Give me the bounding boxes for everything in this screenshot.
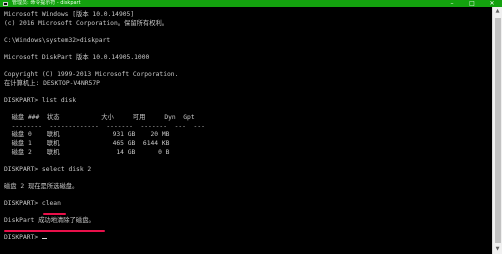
- console-line: DiskPart 成功地清除了磁盘。: [4, 217, 95, 225]
- close-button[interactable]: ✕: [482, 0, 502, 7]
- scroll-up-icon[interactable]: ▲: [493, 7, 502, 16]
- title-bar[interactable]: 管理员: 命令提示符 - diskpart – □ ✕: [0, 0, 502, 7]
- annotation-underline-result: [4, 230, 105, 232]
- console-line: Microsoft Windows [版本 10.0.14905]: [4, 11, 135, 18]
- maximize-button[interactable]: □: [462, 0, 482, 7]
- console-line: Microsoft DiskPart 版本 10.0.14905.1000: [4, 53, 150, 61]
- scroll-down-icon[interactable]: ▼: [493, 245, 502, 254]
- text-cursor: [41, 237, 47, 240]
- console-line: DISKPART> clean: [4, 200, 61, 208]
- console-line: DISKPART>: [4, 234, 488, 243]
- command-prompt-window: 管理员: 命令提示符 - diskpart – □ ✕ Microsoft Wi…: [0, 0, 502, 254]
- console-line: 在计算机上: DESKTOP-V4NR57P: [4, 79, 100, 87]
- console-line: 磁盘 2 联机 14 GB 0 B: [4, 148, 170, 156]
- minimize-button[interactable]: –: [442, 0, 462, 7]
- console-line: Copyright (C) 1999-2013 Microsoft Corpor…: [4, 71, 179, 79]
- console-line: 磁盘 1 联机 465 GB 6144 KB: [4, 139, 170, 147]
- console-line: 磁盘 0 联机 931 GB 20 MB: [4, 131, 170, 139]
- console-line: 磁盘 2 现在是所选磁盘。: [4, 182, 79, 190]
- window-controls: – □ ✕: [442, 0, 502, 7]
- console-line: 磁盘 ### 状态 大小 可用 Dyn Gpt: [4, 114, 195, 122]
- vertical-scrollbar[interactable]: ▲ ▼: [492, 7, 502, 254]
- annotation-underline-clean: [43, 213, 66, 215]
- cmd-icon: [3, 1, 8, 6]
- console-output[interactable]: Microsoft Windows [版本 10.0.14905] (c) 201…: [4, 11, 488, 251]
- console-line: DISKPART> list disk: [4, 96, 77, 104]
- console-line: C:\Windows\system32>diskpart: [4, 36, 111, 44]
- console-line: (c) 2016 Microsoft Corporation。保留所有权利。: [4, 19, 169, 27]
- scroll-thumb[interactable]: [495, 18, 501, 243]
- console-line: DISKPART> select disk 2: [4, 165, 92, 173]
- window-title: 管理员: 命令提示符 - diskpart: [12, 0, 81, 6]
